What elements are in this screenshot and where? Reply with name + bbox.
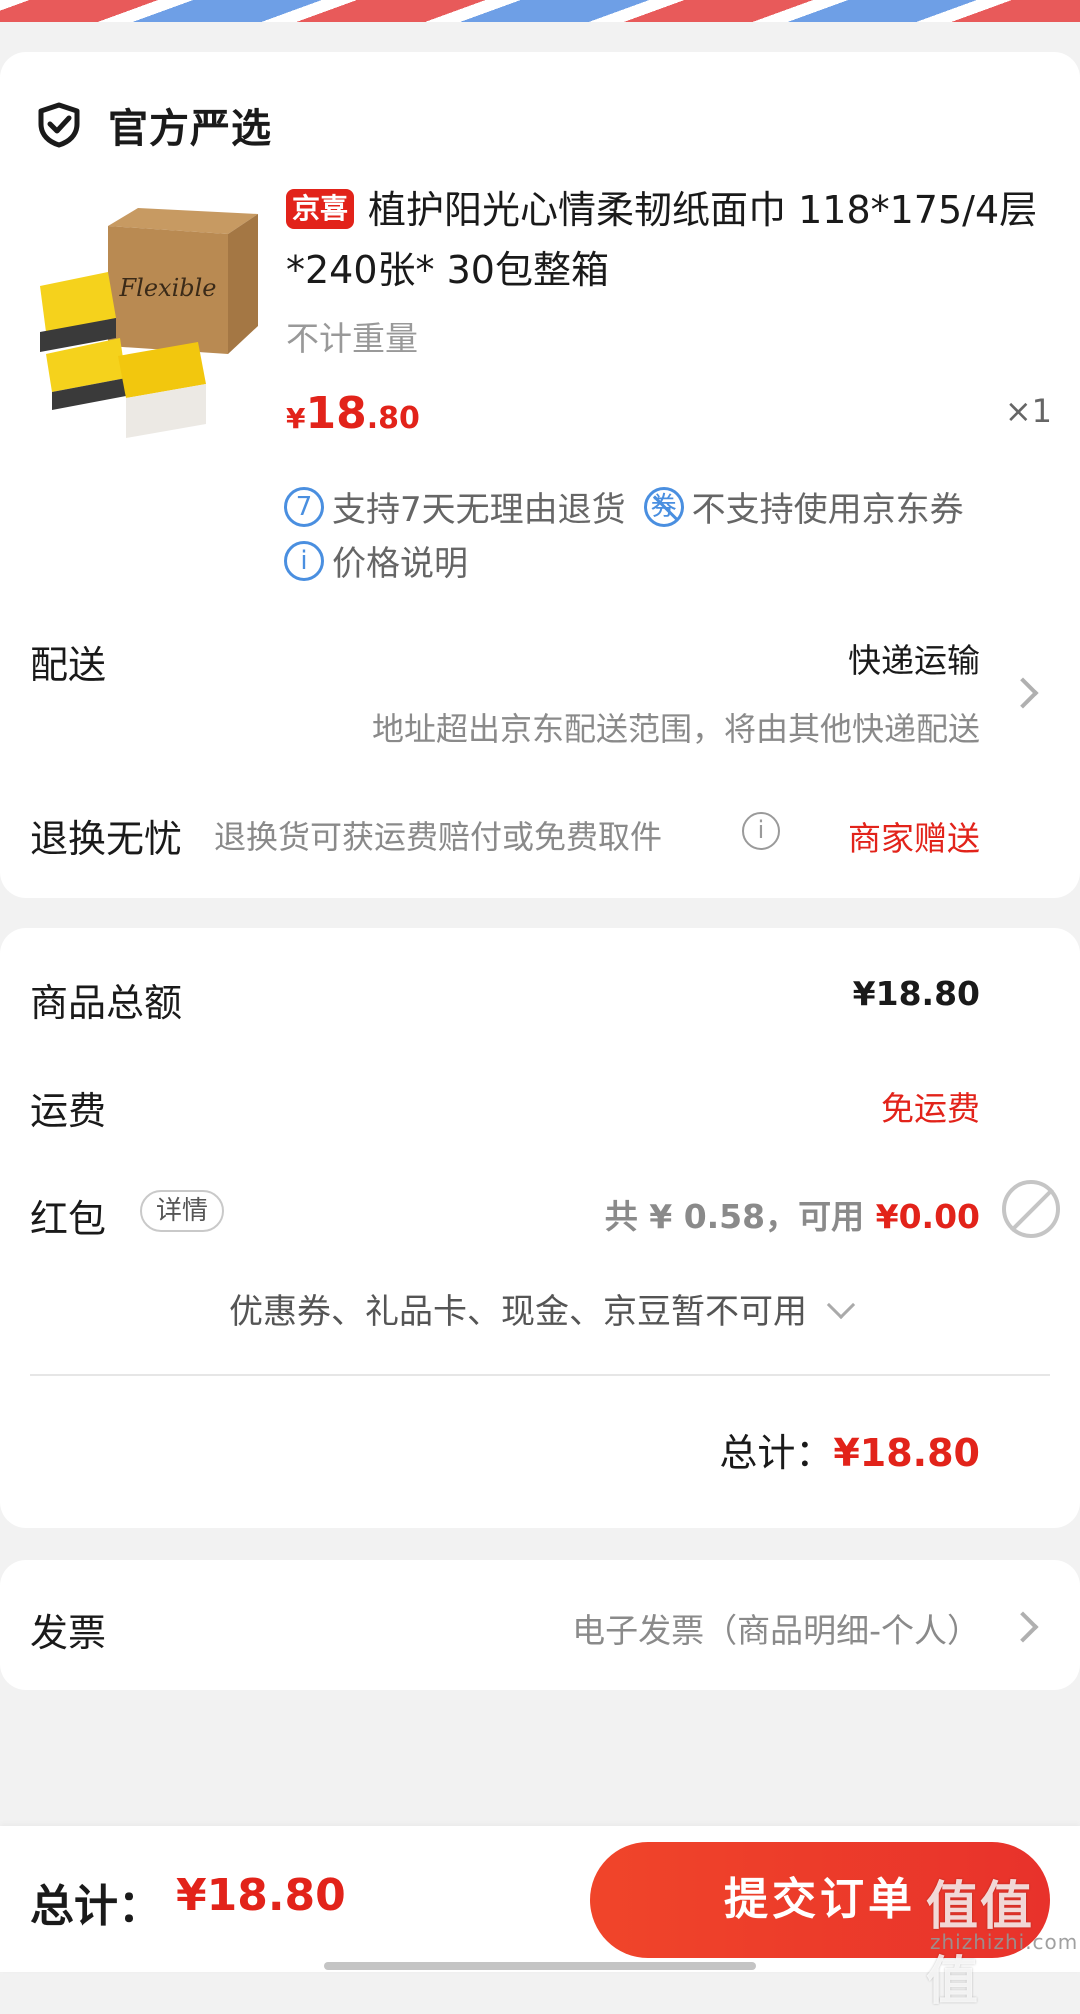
unavailable-note: 优惠券、礼品卡、现金、京豆暂不可用: [229, 1292, 807, 1332]
shield-check-icon: [38, 102, 80, 148]
chevron-right-icon[interactable]: [1007, 677, 1039, 709]
unavailable-payments-toggle[interactable]: 优惠券、礼品卡、现金、京豆暂不可用: [0, 1284, 1080, 1333]
info-icon: i: [284, 540, 324, 581]
redpacket-info: 共 ¥ 0.58，可用 ¥0.00: [605, 1190, 980, 1238]
seven-day-return-icon: 7: [284, 486, 324, 527]
goods-total-label: 商品总额: [30, 981, 183, 1025]
summary-total-label: 总计：: [719, 1431, 834, 1475]
product-price: ¥18.80: [286, 388, 420, 439]
chevron-right-icon[interactable]: [1007, 1611, 1039, 1643]
seven-day-return-label: 支持7天无理由退货: [332, 490, 626, 530]
product-image[interactable]: Flexible: [28, 186, 260, 444]
product-quantity: ×1: [1004, 392, 1052, 430]
product-title-text: 植护阳光心情柔韧纸面巾 118*175/4层*240张* 30包整箱: [286, 188, 1038, 292]
delivery-note: 地址超出京东配送范围，将由其他快递配送: [371, 710, 980, 748]
official-selection-label: 官方严选: [108, 106, 272, 152]
invoice-label: 发票: [30, 1611, 107, 1655]
delivery-label: 配送: [30, 643, 107, 687]
redpacket-available: ¥0.00: [875, 1197, 980, 1236]
summary-total: 总计：¥18.80: [719, 1422, 980, 1477]
redpacket-disabled-icon[interactable]: [1002, 1180, 1060, 1238]
airmail-stripe-decoration: [0, 0, 1080, 22]
product-image-brand: Flexible: [119, 274, 217, 302]
price-summary-card: 商品总额 ¥18.80 运费 免运费 红包 详情 共 ¥ 0.58，可用 ¥0.…: [0, 928, 1080, 1528]
shipping-value: 免运费: [881, 1089, 980, 1128]
returns-value: 商家赠送: [848, 819, 980, 858]
no-coupon-label: 不支持使用京东券: [691, 490, 964, 530]
service-row: 7 支持7天无理由退货 券 不支持使用京东券: [284, 482, 964, 531]
shipping-label: 运费: [30, 1089, 107, 1133]
site-watermark-url: zhizhizhi.com: [930, 1930, 1079, 1954]
price-decimal: .80: [366, 401, 420, 436]
product-title[interactable]: 京喜 植护阳光心情柔韧纸面巾 118*175/4层*240张* 30包整箱: [286, 180, 1046, 300]
summary-total-value: ¥18.80: [833, 1431, 980, 1475]
price-integer: 18: [305, 388, 367, 439]
invoice-value: 电子发票（商品明细-个人）: [572, 1611, 980, 1650]
redpacket-label: 红包: [30, 1197, 107, 1241]
no-coupon-icon: 券: [643, 486, 684, 527]
redpacket-detail-button[interactable]: 详情: [140, 1190, 225, 1232]
jingxi-tag: 京喜: [286, 188, 355, 229]
order-product-card: 官方严选 Flexible 京喜 植护阳光心情柔韧纸面巾 118*175/4层*2…: [0, 52, 1080, 898]
price-explanation-label: 价格说明: [332, 544, 468, 584]
checkout-total-label: 总计：: [30, 1881, 162, 1932]
weight-note: 不计重量: [286, 319, 418, 358]
home-indicator[interactable]: [324, 1962, 756, 1970]
returns-label: 退换无忧: [30, 817, 183, 861]
invoice-card[interactable]: 发票 电子发票（商品明细-个人）: [0, 1560, 1080, 1690]
chevron-down-icon: [826, 1290, 856, 1320]
delivery-method[interactable]: 快递运输: [848, 634, 980, 682]
redpacket-total: 共 ¥ 0.58，可用: [604, 1197, 876, 1236]
price-explanation-link[interactable]: i 价格说明: [284, 536, 468, 585]
checkout-bar: 总计： ¥18.80 提交订单 值值值 zhizhizhi.com: [0, 1826, 1080, 2012]
official-selection-header: 官方严选: [36, 96, 272, 154]
returns-description: 退换货可获运费赔付或免费取件: [214, 818, 663, 856]
price-currency: ¥: [286, 402, 306, 435]
divider: [30, 1374, 1050, 1376]
checkout-total-value: ¥18.80: [176, 1870, 346, 1921]
goods-total-value: ¥18.80: [852, 974, 980, 1013]
returns-info-icon[interactable]: i: [742, 812, 780, 850]
